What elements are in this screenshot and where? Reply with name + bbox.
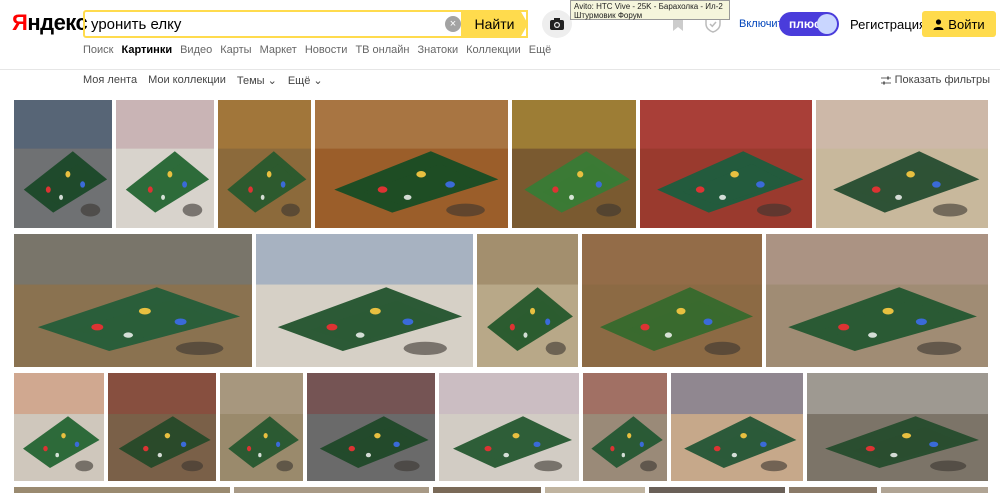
image-result[interactable] bbox=[14, 487, 230, 493]
image-thumbnail bbox=[14, 373, 104, 481]
image-thumbnail bbox=[14, 234, 252, 367]
image-result[interactable] bbox=[14, 373, 104, 481]
search-input[interactable] bbox=[85, 12, 435, 36]
tab-8[interactable]: Коллекции bbox=[466, 44, 521, 56]
show-filters-button[interactable]: Показать фильтры bbox=[880, 74, 990, 86]
image-thumbnail bbox=[477, 234, 578, 367]
tab-4[interactable]: Маркет bbox=[260, 44, 297, 56]
login-button[interactable]: Войти bbox=[922, 11, 996, 37]
image-result[interactable] bbox=[220, 373, 303, 481]
tab-3[interactable]: Карты bbox=[220, 44, 251, 56]
image-result[interactable] bbox=[433, 487, 541, 493]
image-thumbnail bbox=[583, 373, 667, 481]
image-result[interactable] bbox=[14, 234, 252, 367]
plus-toggle[interactable]: плюс bbox=[779, 12, 839, 36]
my-feed-link[interactable]: Моя лента bbox=[83, 74, 137, 87]
themes-dropdown[interactable]: Темы ⌄ bbox=[237, 74, 277, 87]
tooltip-line-1: Avito: HTC Vive - 25K - Барахолка - Ил-2 bbox=[574, 2, 723, 11]
image-thumbnail bbox=[807, 373, 988, 481]
image-result[interactable] bbox=[583, 373, 667, 481]
image-thumbnail bbox=[218, 100, 311, 228]
image-result[interactable] bbox=[108, 373, 216, 481]
image-result[interactable] bbox=[807, 373, 988, 481]
image-result[interactable] bbox=[649, 487, 785, 493]
tab-9[interactable]: Ещё bbox=[529, 44, 552, 56]
yandex-logo[interactable]: Яндекс bbox=[12, 10, 88, 36]
image-thumbnail bbox=[671, 373, 803, 481]
tab-7[interactable]: Знатоки bbox=[418, 44, 459, 56]
more-label: Ещё bbox=[287, 75, 311, 87]
image-result[interactable] bbox=[816, 100, 988, 228]
tab-2[interactable]: Видео bbox=[180, 44, 212, 56]
image-result[interactable] bbox=[671, 373, 803, 481]
chevron-down-icon: ⌄ bbox=[313, 75, 323, 87]
more-dropdown[interactable]: Ещё ⌄ bbox=[288, 74, 323, 87]
image-thumbnail bbox=[116, 100, 214, 228]
image-thumbnail bbox=[108, 373, 216, 481]
tooltip-line-2: Штурмовик Форум bbox=[574, 11, 643, 20]
image-result[interactable] bbox=[234, 487, 429, 493]
tab-5[interactable]: Новости bbox=[305, 44, 348, 56]
image-result[interactable] bbox=[256, 234, 473, 367]
image-subbar: Моя лента Мои коллекции Темы ⌄ Ещё ⌄ Пок… bbox=[0, 70, 1000, 90]
tab-0[interactable]: Поиск bbox=[83, 44, 113, 56]
image-result[interactable] bbox=[218, 100, 311, 228]
logo-first-letter: Я bbox=[12, 10, 28, 35]
user-icon bbox=[933, 18, 944, 30]
chevron-down-icon: ⌄ bbox=[267, 75, 277, 87]
image-result[interactable] bbox=[881, 487, 988, 493]
link-tooltip: Avito: HTC Vive - 25K - Барахолка - Ил-2… bbox=[570, 0, 730, 20]
camera-icon bbox=[550, 18, 564, 30]
image-thumbnail bbox=[14, 100, 112, 228]
image-thumbnail bbox=[307, 373, 435, 481]
image-result[interactable] bbox=[789, 487, 877, 493]
logo-rest: ндекс bbox=[27, 10, 88, 35]
image-thumbnail bbox=[439, 373, 579, 481]
tab-1[interactable]: Картинки bbox=[121, 44, 172, 56]
image-result[interactable] bbox=[545, 487, 645, 493]
image-thumbnail bbox=[640, 100, 812, 228]
tab-6[interactable]: ТВ онлайн bbox=[355, 44, 409, 56]
login-label: Войти bbox=[948, 16, 985, 32]
image-thumbnail bbox=[766, 234, 988, 367]
image-thumbnail bbox=[256, 234, 473, 367]
filter-sliders-icon bbox=[880, 76, 891, 84]
image-result[interactable] bbox=[477, 234, 578, 367]
themes-label: Темы bbox=[236, 75, 265, 87]
image-result[interactable] bbox=[640, 100, 812, 228]
clear-icon[interactable]: × bbox=[445, 16, 461, 32]
find-button[interactable]: Найти bbox=[461, 10, 528, 38]
image-result[interactable] bbox=[512, 100, 636, 228]
image-result[interactable] bbox=[766, 234, 988, 367]
show-filters-label: Показать фильтры bbox=[894, 74, 990, 86]
my-collections-link[interactable]: Мои коллекции bbox=[148, 74, 226, 87]
register-link[interactable]: Регистрация bbox=[850, 17, 926, 32]
image-thumbnail bbox=[816, 100, 988, 228]
image-thumbnail bbox=[315, 100, 508, 228]
header: Яндекс × Найти Avito: HTC Vive - 25K - Б… bbox=[0, 0, 1000, 70]
image-result[interactable] bbox=[14, 100, 112, 228]
image-thumbnail bbox=[512, 100, 636, 228]
image-thumbnail bbox=[582, 234, 762, 367]
camera-button[interactable] bbox=[542, 10, 572, 38]
image-result[interactable] bbox=[582, 234, 762, 367]
plus-label: плюс bbox=[789, 17, 821, 31]
image-result[interactable] bbox=[315, 100, 508, 228]
service-tabs: Поиск Картинки Видео Карты Маркет Новости ТВ о… bbox=[83, 44, 551, 56]
image-thumbnail bbox=[220, 373, 303, 481]
image-result[interactable] bbox=[116, 100, 214, 228]
image-result[interactable] bbox=[307, 373, 435, 481]
image-result[interactable] bbox=[439, 373, 579, 481]
